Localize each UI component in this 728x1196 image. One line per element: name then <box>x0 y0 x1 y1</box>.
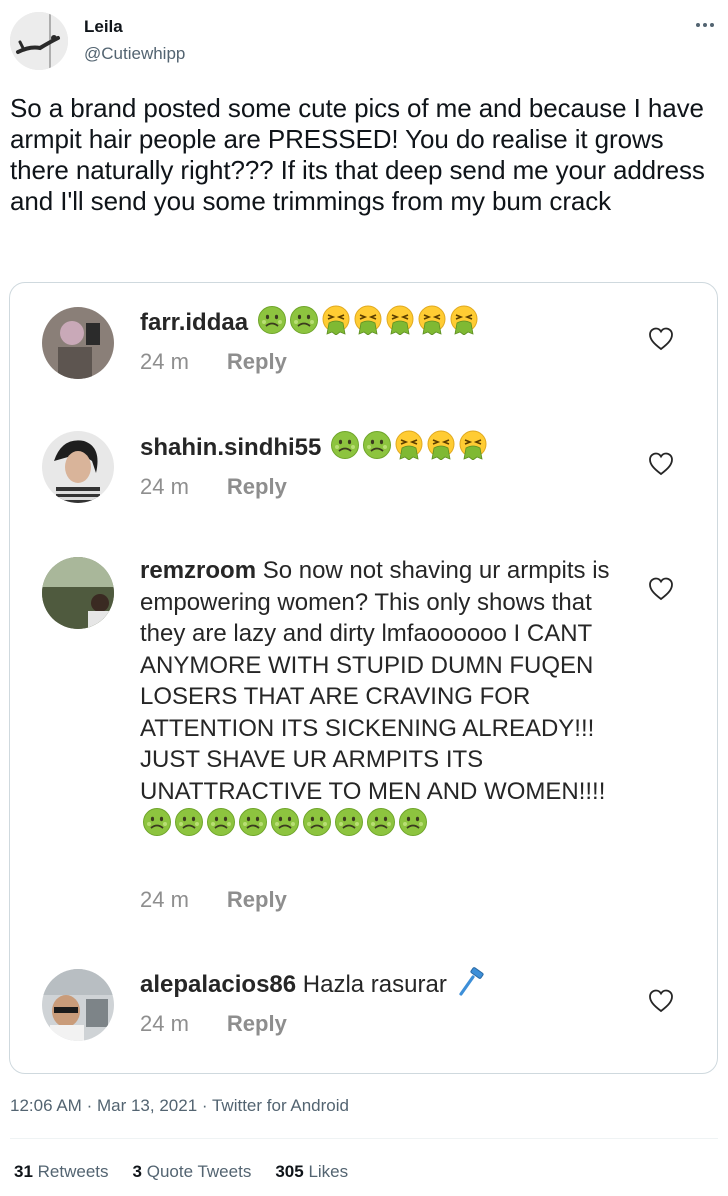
reply-button[interactable]: Reply <box>227 1011 287 1036</box>
comment-meta: 24 m Reply <box>140 349 287 375</box>
comment-username[interactable]: farr.iddaa <box>140 309 248 336</box>
author-avatar[interactable] <box>10 12 68 70</box>
nauseated-face-icon <box>330 430 360 460</box>
nauseated-face-icon <box>302 807 332 837</box>
comment-meta: 24 m Reply <box>140 474 287 500</box>
emoji-group <box>140 808 428 838</box>
comment-username[interactable]: remzroom <box>140 557 256 584</box>
comment-meta: 24 m Reply <box>140 887 287 913</box>
commenter-avatar[interactable] <box>42 557 114 629</box>
emoji-group <box>255 305 479 336</box>
tweet-source[interactable]: Twitter for Android <box>212 1096 349 1115</box>
more-options-icon[interactable] <box>692 12 718 38</box>
like-heart-icon[interactable] <box>648 989 674 1013</box>
comment-text: Hazla rasurar <box>302 971 447 998</box>
vomiting-face-icon <box>426 430 456 460</box>
retweets-label: Retweets <box>37 1162 109 1181</box>
nauseated-face-icon <box>142 807 172 837</box>
likes-count: 305 <box>275 1162 304 1181</box>
meta-separator: · <box>86 1096 93 1115</box>
vomiting-face-icon <box>385 305 415 335</box>
nauseated-face-icon <box>257 305 287 335</box>
retweets-count: 31 <box>14 1162 33 1181</box>
nauseated-face-icon <box>398 807 428 837</box>
nauseated-face-icon <box>334 807 364 837</box>
nauseated-face-icon <box>366 807 396 837</box>
quotes-count: 3 <box>132 1162 142 1181</box>
reply-button[interactable]: Reply <box>227 349 287 374</box>
comment-text: So now not shaving ur armpits is empower… <box>140 557 610 805</box>
emoji-group <box>454 967 486 998</box>
nauseated-face-icon <box>270 807 300 837</box>
vomiting-face-icon <box>394 430 424 460</box>
nauseated-face-icon <box>206 807 236 837</box>
tweet-date[interactable]: Mar 13, 2021 <box>97 1096 197 1115</box>
quote-tweets-stat[interactable]: 3 Quote Tweets <box>133 1162 252 1182</box>
author-display-name[interactable]: Leila <box>84 17 123 37</box>
comment-time: 24 m <box>140 1011 189 1036</box>
razor-icon <box>456 967 486 997</box>
tweet-time[interactable]: 12:06 AM <box>10 1096 82 1115</box>
comment-time: 24 m <box>140 349 189 374</box>
nauseated-face-icon <box>289 305 319 335</box>
vomiting-face-icon <box>458 430 488 460</box>
commenter-avatar[interactable] <box>42 307 114 379</box>
comment-content: remzroom So now not shaving ur armpits i… <box>140 555 620 841</box>
like-heart-icon[interactable] <box>648 327 674 351</box>
commenter-avatar[interactable] <box>42 431 114 503</box>
engagement-stats: 31 Retweets 3 Quote Tweets 305 Likes <box>14 1162 348 1182</box>
comment-username[interactable]: alepalacios86 <box>140 971 296 998</box>
tweet-header: Leila @Cutiewhipp <box>0 0 728 90</box>
comment-content: farr.iddaa <box>140 305 620 339</box>
comment-content: alepalacios86 Hazla rasurar <box>140 967 620 1001</box>
quotes-label: Quote Tweets <box>146 1162 252 1181</box>
comment-content: shahin.sindhi55 <box>140 430 620 464</box>
reply-button[interactable]: Reply <box>227 887 287 912</box>
likes-stat[interactable]: 305 Likes <box>275 1162 348 1182</box>
vomiting-face-icon <box>449 305 479 335</box>
meta-separator: · <box>201 1096 208 1115</box>
divider <box>10 1138 718 1139</box>
tweet-text: So a brand posted some cute pics of me a… <box>10 93 705 216</box>
like-heart-icon[interactable] <box>648 452 674 476</box>
nauseated-face-icon <box>238 807 268 837</box>
comment-time: 24 m <box>140 887 189 912</box>
nauseated-face-icon <box>362 430 392 460</box>
comment-meta: 24 m Reply <box>140 1011 287 1037</box>
like-heart-icon[interactable] <box>648 577 674 601</box>
tweet-timestamp: 12:06 AM · Mar 13, 2021 · Twitter for An… <box>10 1096 349 1116</box>
likes-label: Likes <box>308 1162 349 1181</box>
nauseated-face-icon <box>174 807 204 837</box>
vomiting-face-icon <box>417 305 447 335</box>
attached-screenshot[interactable]: farr.iddaa 24 m Reply shahin.sindhi55 24 … <box>9 282 718 1074</box>
retweets-stat[interactable]: 31 Retweets <box>14 1162 109 1182</box>
reply-button[interactable]: Reply <box>227 474 287 499</box>
commenter-avatar[interactable] <box>42 969 114 1041</box>
vomiting-face-icon <box>321 305 351 335</box>
author-handle[interactable]: @Cutiewhipp <box>84 44 185 64</box>
comment-time: 24 m <box>140 474 189 499</box>
emoji-group <box>328 430 488 461</box>
comment-username[interactable]: shahin.sindhi55 <box>140 434 321 461</box>
vomiting-face-icon <box>353 305 383 335</box>
